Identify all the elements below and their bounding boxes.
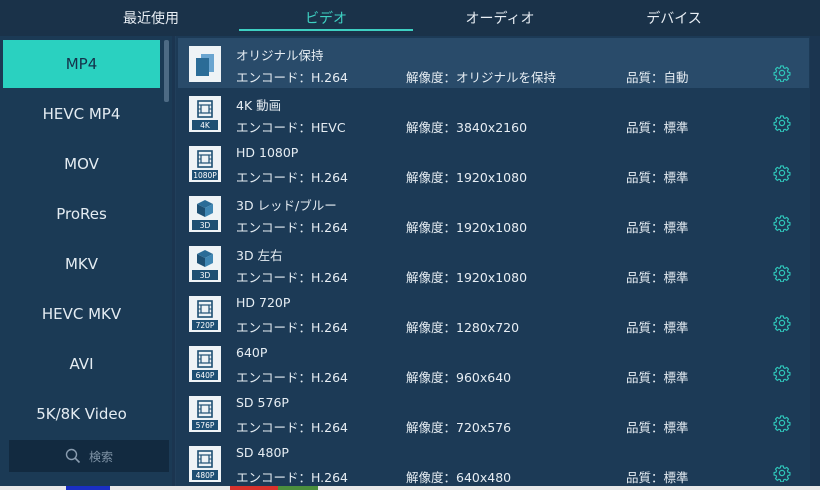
settings-gear-icon[interactable]: [773, 264, 791, 283]
svg-text:576P: 576P: [196, 421, 215, 430]
preset-list: オリジナル保持エンコード：H.264 解像度：オリジナルを保持 品質：自動 4K 4…: [175, 36, 820, 486]
settings-gear-icon[interactable]: [773, 414, 791, 433]
preset-encode: エンコード：H.264: [236, 420, 349, 435]
original-icon: [189, 46, 221, 82]
sidebar-item-hevc-mp4[interactable]: HEVC MP4: [3, 90, 160, 138]
preset-list-scrollbar[interactable]: [810, 36, 820, 486]
preset-row[interactable]: 1080P HD 1080P エンコード：H.264 解像度：1920x1080 品質…: [178, 138, 809, 188]
preset-row[interactable]: 576P SD 576P エンコード：H.264 解像度：720x576 品質：標準: [178, 388, 809, 438]
preset-resolution: 解像度：1280x720: [406, 320, 520, 335]
sidebar-scrollbar[interactable]: [164, 40, 169, 102]
cube-icon: 3D: [189, 196, 221, 232]
film-icon: 1080P: [189, 146, 221, 182]
settings-gear-icon[interactable]: [773, 464, 791, 483]
preset-row[interactable]: 3D 3D レッド/ブルー エンコード：H.264 解像度：1920x1080 品質：…: [178, 188, 809, 238]
svg-text:640P: 640P: [196, 371, 215, 380]
preset-quality: 品質：自動: [626, 70, 689, 85]
preset-resolution: 解像度：720x576: [406, 420, 512, 435]
preset-name: 3D 左右: [236, 248, 283, 263]
preset-resolution: 解像度：3840x2160: [406, 120, 528, 135]
film-icon: 480P: [189, 446, 221, 482]
background-window-strip-red: [230, 486, 278, 490]
film-icon: 576P: [189, 396, 221, 432]
settings-gear-icon[interactable]: [773, 64, 791, 83]
preset-row[interactable]: 640P 640P エンコード：H.264 解像度：960x640 品質：標準: [178, 338, 809, 388]
format-tab-bar: 最近使用 ビデオ オーディオ デバイス: [0, 0, 820, 36]
preset-encode: エンコード：H.264: [236, 220, 349, 235]
preset-row[interactable]: 3D 3D 左右エンコード：H.264 解像度：1920x1080 品質：標準: [178, 238, 809, 288]
svg-text:3D: 3D: [200, 221, 211, 230]
tab-device[interactable]: デバイス: [587, 0, 761, 36]
preset-quality: 品質：標準: [626, 420, 689, 435]
sidebar-item-5k-8k-video[interactable]: 5K/8K Video: [3, 390, 160, 438]
preset-encode: エンコード：H.264: [236, 470, 349, 485]
background-window-strip-green: [278, 486, 318, 490]
preset-quality: 品質：標準: [626, 270, 689, 285]
film-icon: 4K: [189, 96, 221, 132]
preset-name: オリジナル保持: [236, 48, 324, 63]
search-box[interactable]: 検索: [9, 440, 169, 472]
format-sidebar: MP4 HEVC MP4 MOV ProRes MKV HEVC MKV AVI…: [0, 36, 172, 490]
cube-icon: 3D: [189, 246, 221, 282]
svg-text:3D: 3D: [200, 271, 211, 280]
preset-encode: エンコード：H.264: [236, 70, 349, 85]
tab-video[interactable]: ビデオ: [239, 0, 413, 36]
settings-gear-icon[interactable]: [773, 214, 791, 233]
preset-name: SD 576P: [236, 395, 289, 410]
preset-encode: エンコード：HEVC: [236, 120, 346, 135]
preset-name: 3D レッド/ブルー: [236, 198, 337, 213]
film-icon: 640P: [189, 346, 221, 382]
settings-gear-icon[interactable]: [773, 314, 791, 333]
sidebar-item-avi[interactable]: AVI: [3, 340, 160, 388]
preset-resolution: 解像度：960x640: [406, 370, 512, 385]
sidebar-item-mp4[interactable]: MP4: [3, 40, 160, 88]
background-window-strip-blue: [66, 486, 110, 490]
preset-quality: 品質：標準: [626, 320, 689, 335]
preset-row[interactable]: 720P HD 720P エンコード：H.264 解像度：1280x720 品質：標準: [178, 288, 809, 338]
settings-gear-icon[interactable]: [773, 364, 791, 383]
sidebar-item-prores[interactable]: ProRes: [3, 190, 160, 238]
preset-resolution: 解像度：オリジナルを保持: [406, 70, 557, 85]
preset-row[interactable]: 480P SD 480P エンコード：H.264 解像度：640x480 品質：標準: [178, 438, 809, 488]
preset-quality: 品質：標準: [626, 370, 689, 385]
preset-resolution: 解像度：1920x1080: [406, 170, 528, 185]
settings-gear-icon[interactable]: [773, 114, 791, 133]
svg-text:720P: 720P: [196, 321, 215, 330]
preset-encode: エンコード：H.264: [236, 320, 349, 335]
preset-resolution: 解像度：1920x1080: [406, 220, 528, 235]
preset-quality: 品質：標準: [626, 470, 689, 485]
film-icon: 720P: [189, 296, 221, 332]
preset-resolution: 解像度：640x480: [406, 470, 512, 485]
svg-text:480P: 480P: [196, 471, 215, 480]
preset-encode: エンコード：H.264: [236, 370, 349, 385]
svg-text:1080P: 1080P: [193, 171, 217, 180]
preset-quality: 品質：標準: [626, 120, 689, 135]
preset-name: 4K 動画: [236, 98, 282, 113]
svg-text:4K: 4K: [200, 121, 211, 130]
preset-encode: エンコード：H.264: [236, 270, 349, 285]
preset-row[interactable]: オリジナル保持エンコード：H.264 解像度：オリジナルを保持 品質：自動: [178, 38, 809, 88]
sidebar-item-mkv[interactable]: MKV: [3, 240, 160, 288]
preset-name: 640P: [236, 345, 268, 360]
preset-resolution: 解像度：1920x1080: [406, 270, 528, 285]
preset-row[interactable]: 4K 4K 動画エンコード：HEVC 解像度：3840x2160 品質：標準: [178, 88, 809, 138]
preset-encode: エンコード：H.264: [236, 170, 349, 185]
tab-audio[interactable]: オーディオ: [413, 0, 587, 36]
sidebar-item-mov[interactable]: MOV: [3, 140, 160, 188]
preset-name: HD 720P: [236, 295, 291, 310]
preset-quality: 品質：標準: [626, 220, 689, 235]
preset-quality: 品質：標準: [626, 170, 689, 185]
sidebar-item-hevc-mkv[interactable]: HEVC MKV: [3, 290, 160, 338]
search-placeholder: 検索: [88, 449, 113, 464]
settings-gear-icon[interactable]: [773, 164, 791, 183]
preset-name: SD 480P: [236, 445, 289, 460]
search-icon: [65, 448, 81, 464]
tab-recent[interactable]: 最近使用: [64, 0, 238, 36]
preset-name: HD 1080P: [236, 145, 299, 160]
background-window-strip: [0, 486, 820, 490]
